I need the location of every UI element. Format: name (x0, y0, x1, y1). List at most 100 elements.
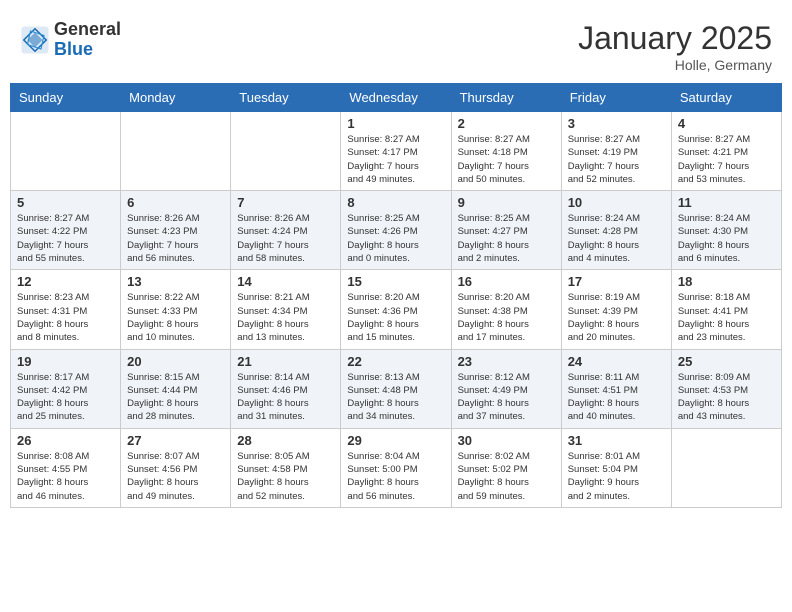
calendar-cell: 24 Sunrise: 8:11 AM Sunset: 4:51 PM Dayli… (561, 349, 671, 428)
calendar-cell: 14 Sunrise: 8:21 AM Sunset: 4:34 PM Dayli… (231, 270, 341, 349)
calendar-cell: 12Sunrise: 8:23 AM Sunset: 4:31 PM Dayli… (11, 270, 121, 349)
day-info: Sunrise: 8:20 AM Sunset: 4:36 PM Dayligh… (347, 291, 444, 344)
day-info: Sunrise: 8:24 AM Sunset: 4:30 PM Dayligh… (678, 212, 775, 265)
calendar-cell: 7 Sunrise: 8:26 AM Sunset: 4:24 PM Daylig… (231, 191, 341, 270)
logo-general: General (54, 20, 121, 40)
calendar-week-row: 19 Sunrise: 8:17 AM Sunset: 4:42 PM Dayli… (11, 349, 782, 428)
weekday-header-tuesday: Tuesday (231, 84, 341, 112)
day-number: 7 (237, 195, 334, 210)
weekday-header-saturday: Saturday (671, 84, 781, 112)
calendar-cell (231, 112, 341, 191)
calendar-table: SundayMondayTuesdayWednesdayThursdayFrid… (10, 83, 782, 508)
calendar-cell: 31 Sunrise: 8:01 AM Sunset: 5:04 PM Dayli… (561, 428, 671, 507)
day-number: 25 (678, 354, 775, 369)
day-number: 4 (678, 116, 775, 131)
day-info: Sunrise: 8:09 AM Sunset: 4:53 PM Dayligh… (678, 371, 775, 424)
day-info: Sunrise: 8:02 AM Sunset: 5:02 PM Dayligh… (458, 450, 555, 503)
day-number: 11 (678, 195, 775, 210)
day-info: Sunrise: 8:01 AM Sunset: 5:04 PM Dayligh… (568, 450, 665, 503)
calendar-cell: 4 Sunrise: 8:27 AM Sunset: 4:21 PM Daylig… (671, 112, 781, 191)
logo-icon (20, 25, 50, 55)
weekday-header-sunday: Sunday (11, 84, 121, 112)
calendar-cell: 28Sunrise: 8:05 AM Sunset: 4:58 PM Dayli… (231, 428, 341, 507)
calendar-cell: 21 Sunrise: 8:14 AM Sunset: 4:46 PM Dayli… (231, 349, 341, 428)
calendar-cell (11, 112, 121, 191)
day-info: Sunrise: 8:08 AM Sunset: 4:55 PM Dayligh… (17, 450, 114, 503)
day-number: 14 (237, 274, 334, 289)
day-info: Sunrise: 8:19 AM Sunset: 4:39 PM Dayligh… (568, 291, 665, 344)
day-info: Sunrise: 8:27 AM Sunset: 4:17 PM Dayligh… (347, 133, 444, 186)
weekday-header-wednesday: Wednesday (341, 84, 451, 112)
day-number: 8 (347, 195, 444, 210)
calendar-cell: 5 Sunrise: 8:27 AM Sunset: 4:22 PM Daylig… (11, 191, 121, 270)
logo: General Blue (20, 20, 121, 60)
day-number: 15 (347, 274, 444, 289)
day-number: 13 (127, 274, 224, 289)
day-number: 3 (568, 116, 665, 131)
logo-blue: Blue (54, 40, 121, 60)
calendar-cell: 3 Sunrise: 8:27 AM Sunset: 4:19 PM Daylig… (561, 112, 671, 191)
weekday-header-friday: Friday (561, 84, 671, 112)
calendar-cell: 8 Sunrise: 8:25 AM Sunset: 4:26 PM Daylig… (341, 191, 451, 270)
day-number: 6 (127, 195, 224, 210)
title-block: January 2025 Holle, Germany (578, 20, 772, 73)
day-info: Sunrise: 8:13 AM Sunset: 4:48 PM Dayligh… (347, 371, 444, 424)
calendar-cell: 18 Sunrise: 8:18 AM Sunset: 4:41 PM Dayli… (671, 270, 781, 349)
day-number: 19 (17, 354, 114, 369)
day-number: 1 (347, 116, 444, 131)
day-number: 16 (458, 274, 555, 289)
calendar-cell: 16 Sunrise: 8:20 AM Sunset: 4:38 PM Dayli… (451, 270, 561, 349)
calendar-cell: 30 Sunrise: 8:02 AM Sunset: 5:02 PM Dayli… (451, 428, 561, 507)
logo-text: General Blue (54, 20, 121, 60)
day-info: Sunrise: 8:25 AM Sunset: 4:26 PM Dayligh… (347, 212, 444, 265)
day-number: 28 (237, 433, 334, 448)
calendar-cell: 10Sunrise: 8:24 AM Sunset: 4:28 PM Dayli… (561, 191, 671, 270)
day-info: Sunrise: 8:17 AM Sunset: 4:42 PM Dayligh… (17, 371, 114, 424)
calendar-cell: 11 Sunrise: 8:24 AM Sunset: 4:30 PM Dayli… (671, 191, 781, 270)
day-number: 5 (17, 195, 114, 210)
weekday-header-monday: Monday (121, 84, 231, 112)
day-number: 24 (568, 354, 665, 369)
day-info: Sunrise: 8:27 AM Sunset: 4:21 PM Dayligh… (678, 133, 775, 186)
day-info: Sunrise: 8:27 AM Sunset: 4:19 PM Dayligh… (568, 133, 665, 186)
calendar-week-row: 12Sunrise: 8:23 AM Sunset: 4:31 PM Dayli… (11, 270, 782, 349)
day-number: 26 (17, 433, 114, 448)
calendar-cell (671, 428, 781, 507)
day-info: Sunrise: 8:04 AM Sunset: 5:00 PM Dayligh… (347, 450, 444, 503)
day-number: 9 (458, 195, 555, 210)
day-info: Sunrise: 8:20 AM Sunset: 4:38 PM Dayligh… (458, 291, 555, 344)
day-number: 2 (458, 116, 555, 131)
weekday-header-row: SundayMondayTuesdayWednesdayThursdayFrid… (11, 84, 782, 112)
day-number: 17 (568, 274, 665, 289)
weekday-header-thursday: Thursday (451, 84, 561, 112)
calendar-cell: 1 Sunrise: 8:27 AM Sunset: 4:17 PM Daylig… (341, 112, 451, 191)
calendar-week-row: 5 Sunrise: 8:27 AM Sunset: 4:22 PM Daylig… (11, 191, 782, 270)
day-info: Sunrise: 8:07 AM Sunset: 4:56 PM Dayligh… (127, 450, 224, 503)
calendar-cell: 26 Sunrise: 8:08 AM Sunset: 4:55 PM Dayli… (11, 428, 121, 507)
day-info: Sunrise: 8:11 AM Sunset: 4:51 PM Dayligh… (568, 371, 665, 424)
day-number: 31 (568, 433, 665, 448)
calendar-cell: 25 Sunrise: 8:09 AM Sunset: 4:53 PM Dayli… (671, 349, 781, 428)
day-info: Sunrise: 8:26 AM Sunset: 4:24 PM Dayligh… (237, 212, 334, 265)
day-number: 23 (458, 354, 555, 369)
day-info: Sunrise: 8:12 AM Sunset: 4:49 PM Dayligh… (458, 371, 555, 424)
calendar-cell: 2Sunrise: 8:27 AM Sunset: 4:18 PM Daylig… (451, 112, 561, 191)
day-info: Sunrise: 8:23 AM Sunset: 4:31 PM Dayligh… (17, 291, 114, 344)
day-info: Sunrise: 8:22 AM Sunset: 4:33 PM Dayligh… (127, 291, 224, 344)
day-number: 10 (568, 195, 665, 210)
calendar-cell: 27Sunrise: 8:07 AM Sunset: 4:56 PM Dayli… (121, 428, 231, 507)
day-number: 21 (237, 354, 334, 369)
calendar-cell: 23 Sunrise: 8:12 AM Sunset: 4:49 PM Dayli… (451, 349, 561, 428)
calendar-cell: 22 Sunrise: 8:13 AM Sunset: 4:48 PM Dayli… (341, 349, 451, 428)
day-number: 30 (458, 433, 555, 448)
day-info: Sunrise: 8:25 AM Sunset: 4:27 PM Dayligh… (458, 212, 555, 265)
calendar-week-row: 26 Sunrise: 8:08 AM Sunset: 4:55 PM Dayli… (11, 428, 782, 507)
day-info: Sunrise: 8:21 AM Sunset: 4:34 PM Dayligh… (237, 291, 334, 344)
day-number: 18 (678, 274, 775, 289)
day-info: Sunrise: 8:27 AM Sunset: 4:22 PM Dayligh… (17, 212, 114, 265)
day-info: Sunrise: 8:18 AM Sunset: 4:41 PM Dayligh… (678, 291, 775, 344)
calendar-cell: 19 Sunrise: 8:17 AM Sunset: 4:42 PM Dayli… (11, 349, 121, 428)
day-number: 22 (347, 354, 444, 369)
day-info: Sunrise: 8:14 AM Sunset: 4:46 PM Dayligh… (237, 371, 334, 424)
calendar-cell (121, 112, 231, 191)
